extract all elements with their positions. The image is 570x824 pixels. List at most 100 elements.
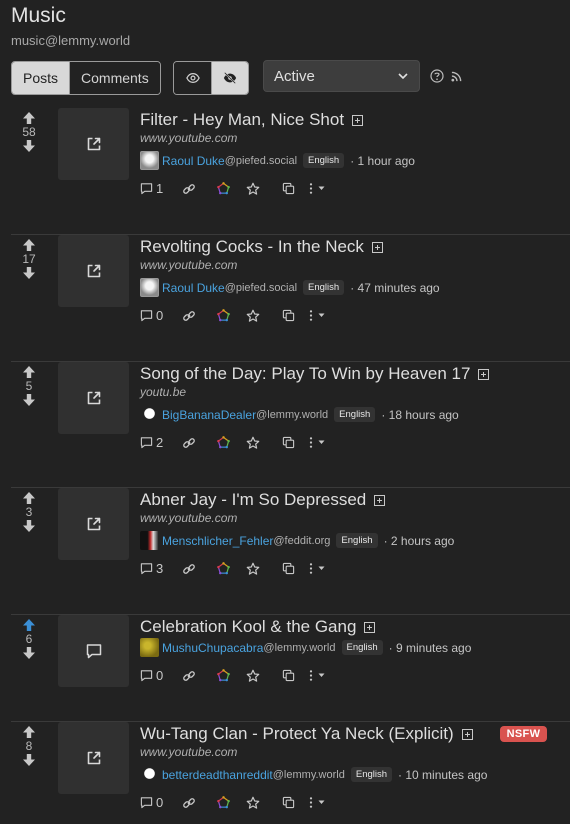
comment-icon <box>140 310 153 322</box>
post-thumbnail-link[interactable] <box>58 108 129 180</box>
post-author[interactable]: MushuChupacabra <box>162 641 263 655</box>
more-options-button[interactable] <box>309 796 325 809</box>
copy-link-button[interactable] <box>182 669 217 683</box>
avatar[interactable] <box>140 278 159 297</box>
expand-icon[interactable] <box>478 368 490 380</box>
help-icon[interactable] <box>430 69 444 83</box>
downvote-arrow-icon[interactable] <box>22 519 36 533</box>
downvote-arrow-icon[interactable] <box>22 646 36 660</box>
sort-selected-value: Active <box>274 67 315 85</box>
upvote-arrow-icon[interactable] <box>22 491 36 505</box>
post-thumbnail-link[interactable] <box>58 362 129 434</box>
comments-button[interactable]: 3 <box>140 561 182 576</box>
avatar[interactable] <box>140 405 159 424</box>
crosspost-button[interactable] <box>282 669 309 682</box>
vote-controls: 3 <box>18 491 40 533</box>
post-title[interactable]: Wu-Tang Clan - Protect Ya Neck (Explicit… <box>140 724 454 744</box>
post-author[interactable]: betterdeadthanreddit <box>162 768 273 782</box>
post-title[interactable]: Filter - Hey Man, Nice Shot <box>140 110 344 130</box>
fediverse-link-button[interactable] <box>217 182 246 195</box>
upvote-arrow-icon[interactable] <box>22 111 36 125</box>
copy-link-button[interactable] <box>182 796 217 810</box>
post-thumbnail-link[interactable] <box>58 488 129 560</box>
post-thumbnail-link[interactable] <box>58 615 129 687</box>
star-icon <box>246 436 260 449</box>
more-options-button[interactable] <box>309 562 325 575</box>
avatar[interactable] <box>140 765 159 784</box>
avatar[interactable] <box>140 638 159 657</box>
downvote-arrow-icon[interactable] <box>22 753 36 767</box>
post-author[interactable]: Raoul Duke <box>162 154 225 168</box>
expand-icon[interactable] <box>352 114 364 126</box>
post-author[interactable]: BigBananaDealer <box>162 408 256 422</box>
more-options-button[interactable] <box>309 182 325 195</box>
post-author[interactable]: Menschlicher_Fehler <box>162 534 273 548</box>
save-button[interactable] <box>246 562 282 576</box>
crosspost-button[interactable] <box>282 796 309 809</box>
copy-link-button[interactable] <box>182 309 217 323</box>
post-thumbnail-link[interactable] <box>58 722 129 794</box>
upvote-arrow-icon[interactable] <box>22 618 36 632</box>
downvote-arrow-icon[interactable] <box>22 393 36 407</box>
post-title[interactable]: Abner Jay - I'm So Depressed <box>140 490 366 510</box>
show-read-button[interactable] <box>174 62 211 94</box>
star-icon <box>246 309 260 322</box>
crosspost-button[interactable] <box>282 182 309 195</box>
save-button[interactable] <box>246 436 282 450</box>
post-score: 6 <box>25 632 33 646</box>
comments-button[interactable]: 2 <box>140 435 182 450</box>
upvote-arrow-icon[interactable] <box>22 725 36 739</box>
post-meta: MushuChupacabra @lemmy.world English · 9… <box>140 638 471 657</box>
expand-icon[interactable] <box>374 494 386 506</box>
downvote-arrow-icon[interactable] <box>22 266 36 280</box>
fediverse-link-button[interactable] <box>217 796 246 809</box>
crosspost-button[interactable] <box>282 436 309 449</box>
external-link-icon <box>87 751 100 765</box>
comments-button[interactable]: 0 <box>140 668 182 683</box>
downvote-arrow-icon[interactable] <box>22 139 36 153</box>
more-options-button[interactable] <box>309 309 325 322</box>
fediverse-link-button[interactable] <box>217 309 246 322</box>
crosspost-button[interactable] <box>282 562 309 575</box>
expand-icon[interactable] <box>364 621 376 633</box>
copy-link-button[interactable] <box>182 562 217 576</box>
save-button[interactable] <box>246 796 282 810</box>
crosspost-button[interactable] <box>282 309 309 322</box>
eye-slash-icon <box>223 72 237 84</box>
sort-select[interactable]: Active <box>263 60 420 92</box>
post-thumbnail-link[interactable] <box>58 235 129 307</box>
avatar[interactable] <box>140 151 159 170</box>
rss-icon[interactable] <box>451 71 462 82</box>
upvote-arrow-icon[interactable] <box>22 365 36 379</box>
language-badge: English <box>336 533 378 548</box>
comments-tab[interactable]: Comments <box>69 62 160 94</box>
language-badge: English <box>334 407 376 422</box>
comments-button[interactable]: 0 <box>140 795 182 810</box>
fediverse-link-button[interactable] <box>217 436 246 449</box>
copy-icon <box>282 796 295 809</box>
avatar[interactable] <box>140 531 159 550</box>
comment-icon <box>86 644 101 659</box>
more-options-button[interactable] <box>309 669 325 682</box>
save-button[interactable] <box>246 309 282 323</box>
copy-link-button[interactable] <box>182 436 217 450</box>
post-title[interactable]: Celebration Kool & the Gang <box>140 617 356 637</box>
expand-icon[interactable] <box>371 241 383 253</box>
post-title[interactable]: Song of the Day: Play To Win by Heaven 1… <box>140 364 470 384</box>
save-button[interactable] <box>246 182 282 196</box>
posts-tab[interactable]: Posts <box>12 62 70 94</box>
comments-button[interactable]: 1 <box>140 181 182 196</box>
expand-icon[interactable] <box>461 728 473 740</box>
save-button[interactable] <box>246 669 282 683</box>
comments-button[interactable]: 0 <box>140 308 182 323</box>
post-title[interactable]: Revolting Cocks - In the Neck <box>140 237 364 257</box>
eye-icon <box>185 73 200 83</box>
fediverse-link-button[interactable] <box>217 562 246 575</box>
fediverse-link-button[interactable] <box>217 669 246 682</box>
post-author[interactable]: Raoul Duke <box>162 281 225 295</box>
upvote-arrow-icon[interactable] <box>22 238 36 252</box>
copy-link-button[interactable] <box>182 182 217 196</box>
external-link-icon <box>87 137 100 151</box>
more-options-button[interactable] <box>309 436 325 449</box>
hide-read-button[interactable] <box>211 62 248 94</box>
